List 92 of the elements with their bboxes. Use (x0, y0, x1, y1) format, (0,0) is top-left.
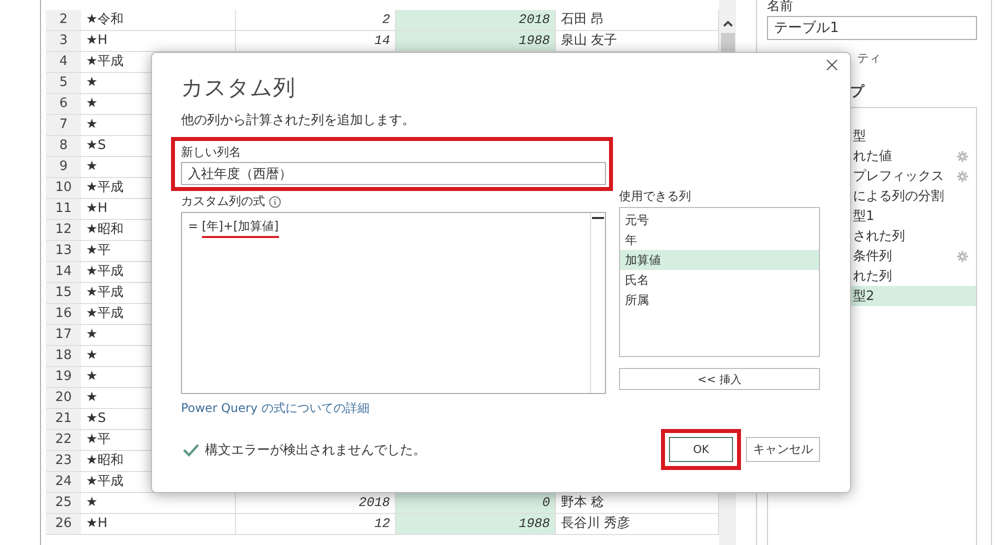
field-label: カスタム列の式 (181, 194, 265, 209)
table-cell: ★H (86, 516, 108, 531)
steps-title: プ (850, 84, 864, 100)
row-number: 15 (46, 283, 81, 304)
table-cell: ★平成 (86, 474, 124, 489)
row-number: 17 (46, 325, 81, 346)
list-item[interactable]: 元号 (620, 210, 819, 230)
table-cell: 石田 昂 (561, 12, 604, 27)
scrollbar-thumb[interactable] (592, 217, 604, 219)
table-cell: ★昭和 (86, 222, 124, 237)
dialog-title: カスタム列 (180, 75, 296, 103)
table-cell: ★ (86, 159, 98, 174)
help-link[interactable]: Power Query の式についての詳細 (181, 400, 613, 417)
row-number: 19 (46, 367, 81, 388)
table-cell: ★ (86, 390, 98, 405)
formula-prefix: = (188, 219, 200, 233)
name-field[interactable]: テーブル1 (767, 16, 977, 40)
properties-link[interactable]: ティ (857, 51, 881, 65)
table-cell: ★S (86, 411, 106, 426)
dialog-description: 他の列から計算された列を追加します。 (180, 112, 416, 129)
row-number: 24 (46, 472, 81, 493)
row-number: 7 (46, 115, 81, 136)
table-cell: 野本 稔 (561, 495, 604, 510)
step-item[interactable]: れた値 (768, 146, 976, 166)
row-number: 11 (46, 199, 81, 220)
table-cell: ★ (86, 117, 98, 132)
formula-editor[interactable]: = [年]+[加算値] (181, 212, 606, 394)
table-cell: ★ (86, 327, 98, 342)
row-number: 16 (46, 304, 81, 325)
row-number: 2 (46, 10, 81, 31)
scroll-up-icon[interactable] (722, 20, 732, 27)
list-item[interactable]: 加算値 (620, 250, 819, 270)
column-name-field[interactable]: 入社年度（西暦） (181, 162, 606, 185)
table-cell: ★ (86, 75, 98, 90)
info-icon[interactable] (269, 196, 281, 208)
row-number: 9 (46, 157, 81, 178)
table-cell: ★ (86, 348, 98, 363)
table-cell: ★ (86, 495, 98, 510)
table-cell: ★平 (86, 243, 111, 258)
row-number: 12 (46, 220, 81, 241)
insert-button[interactable]: << 挿入 (619, 368, 820, 390)
gear-icon[interactable] (957, 250, 968, 262)
row-number: 10 (46, 178, 81, 199)
table-cell: ★平成 (86, 285, 124, 300)
table-cell: 0 (542, 495, 550, 510)
step-item[interactable]: プレフィックス (768, 166, 976, 186)
row-number: 3 (46, 31, 81, 52)
table-cell: 2 (382, 12, 390, 27)
cancel-button[interactable]: キャンセル (746, 437, 820, 462)
table-cell: ★S (86, 138, 106, 153)
row-number: 18 (46, 346, 81, 367)
table-cell: ★ (86, 96, 98, 111)
row-number: 26 (46, 514, 81, 535)
row-number: 13 (46, 241, 81, 262)
row-number: 21 (46, 409, 81, 430)
table-cell: 12 (374, 516, 390, 531)
row-number: 8 (46, 136, 81, 157)
gear-icon[interactable] (957, 150, 968, 162)
table-cell: 長谷川 秀彦 (561, 516, 630, 531)
check-icon (183, 442, 199, 456)
row-number: 20 (46, 388, 81, 409)
table-cell: 14 (374, 33, 390, 48)
table-cell: ★H (86, 201, 108, 216)
table-cell: ★平成 (86, 264, 124, 279)
table-cell: 泉山 友子 (561, 33, 618, 48)
table-cell: 1988 (518, 516, 550, 531)
row-number: 23 (46, 451, 81, 472)
row-number: 4 (46, 52, 81, 73)
table-cell: 2018 (358, 495, 390, 510)
status-message: 構文エラーが検出されませんでした。 (205, 442, 426, 458)
table-cell: ★平成 (86, 180, 124, 195)
row-number: 6 (46, 94, 81, 115)
close-icon (826, 59, 838, 71)
close-button[interactable] (824, 57, 840, 73)
table-cell: ★平成 (86, 306, 124, 321)
table-cell: ★平成 (86, 54, 124, 69)
table-cell: 2018 (518, 12, 550, 27)
gear-icon[interactable] (957, 170, 968, 182)
table-cell: ★平 (86, 432, 111, 447)
formula-text: [年]+[加算値] (202, 219, 279, 238)
field-label: 使用できる列 (619, 189, 692, 204)
field-label: 新しい列名 (181, 145, 242, 160)
row-number: 5 (46, 73, 81, 94)
row-number: 25 (46, 493, 81, 514)
table-cell: ★昭和 (86, 453, 124, 468)
row-number: 14 (46, 262, 81, 283)
ok-button[interactable]: OK (669, 437, 733, 462)
table-cell: ★ (86, 369, 98, 384)
table-cell: ★令和 (86, 12, 124, 27)
row-number: 22 (46, 430, 81, 451)
table-cell: 1988 (518, 33, 550, 48)
table-cell: ★H (86, 33, 108, 48)
